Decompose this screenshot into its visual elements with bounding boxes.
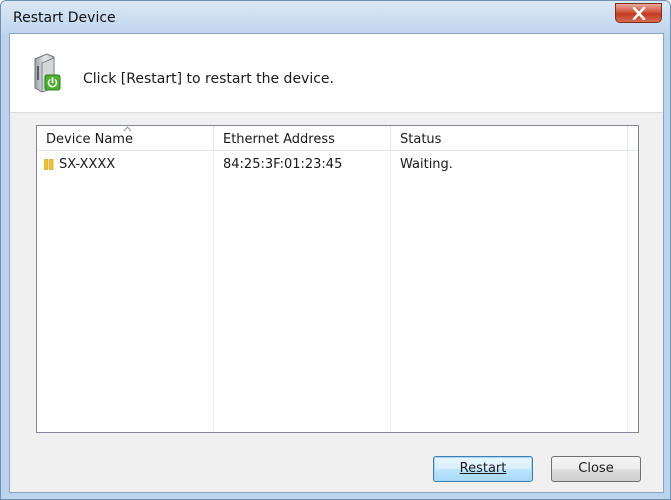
column-label-status: Status — [400, 132, 442, 147]
close-x-icon — [632, 6, 645, 21]
column-divider — [627, 151, 628, 432]
column-header-filler — [628, 126, 638, 151]
restart-device-window: Restart Device Click [Restart] to restar… — [0, 0, 671, 500]
device-status-icon — [44, 159, 54, 174]
column-header-status[interactable]: Status — [391, 126, 628, 151]
instruction-header: Click [Restart] to restart the device. — [10, 34, 663, 113]
cell-status: Waiting. — [400, 157, 453, 172]
column-divider — [213, 151, 214, 432]
window-close-button[interactable] — [615, 3, 662, 23]
restart-button[interactable]: Restart — [433, 456, 533, 482]
title-bar[interactable]: Restart Device — [1, 1, 670, 35]
device-restart-icon — [32, 53, 62, 97]
window-title: Restart Device — [13, 10, 116, 26]
restart-button-label: Restart — [459, 461, 507, 476]
device-list[interactable]: Device Name Ethernet Address Status SX-X… — [36, 125, 639, 433]
column-header-device-name[interactable]: Device Name — [37, 126, 214, 151]
column-label-ethernet-address: Ethernet Address — [223, 132, 335, 147]
close-button[interactable]: Close — [551, 456, 641, 482]
dialog-body: Click [Restart] to restart the device. D… — [9, 33, 664, 493]
column-label-device-name: Device Name — [46, 132, 133, 147]
close-button-label: Close — [578, 461, 614, 476]
cell-device-name: SX-XXXX — [59, 157, 116, 172]
instruction-text: Click [Restart] to restart the device. — [83, 71, 334, 87]
column-header-ethernet-address[interactable]: Ethernet Address — [214, 126, 391, 151]
column-divider — [390, 151, 391, 432]
cell-ethernet-address: 84:25:3F:01:23:45 — [223, 157, 343, 172]
